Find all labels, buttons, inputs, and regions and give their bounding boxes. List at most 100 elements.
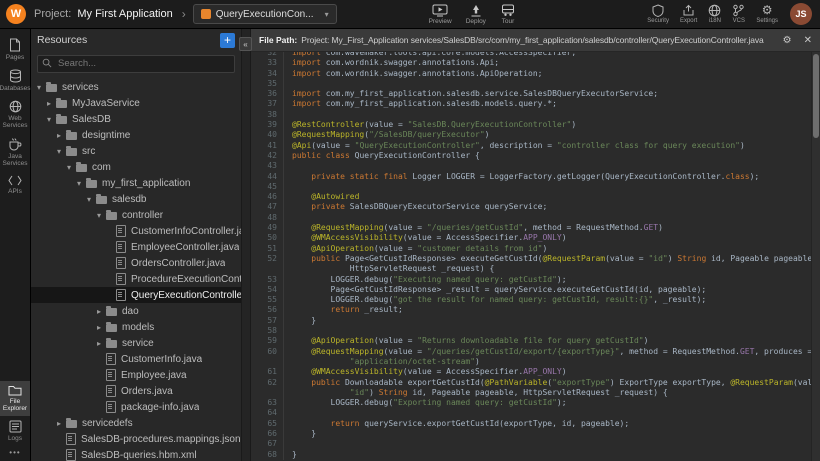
caret-down-icon[interactable]: ▾: [37, 83, 46, 92]
code-line[interactable]: 38: [251, 110, 820, 120]
code-line[interactable]: 40@RequestMapping("/SalesDB/queryExecuto…: [251, 130, 820, 140]
code-line[interactable]: 57 }: [251, 316, 820, 326]
code-line[interactable]: 44 private static final Logger LOGGER = …: [251, 172, 820, 182]
code-line[interactable]: 54 Page<GetCustIdResponse> _result = que…: [251, 285, 820, 295]
code-line[interactable]: 53 LOGGER.debug("Executing named query: …: [251, 275, 820, 285]
caret-down-icon[interactable]: ▾: [77, 179, 86, 188]
code-line[interactable]: 60 @RequestMapping(value = "/queries/get…: [251, 347, 820, 357]
tree-item-queryexecutioncontroller-java[interactable]: QueryExecutionController.java: [31, 287, 241, 303]
code-line[interactable]: 33import com.wordnik.swagger.annotations…: [251, 58, 820, 68]
open-file-dropdown[interactable]: QueryExecutionCon... ▾: [193, 4, 337, 24]
tree-item-procedureexecutioncontroller-java[interactable]: ProcedureExecutionController.java: [31, 271, 241, 287]
code-line[interactable]: 42public class QueryExecutionController …: [251, 151, 820, 161]
caret-right-icon[interactable]: ▸: [47, 99, 56, 108]
code-line[interactable]: 55 LOGGER.debug("got the result for name…: [251, 295, 820, 305]
tree-item-controller[interactable]: ▾controller: [31, 207, 241, 223]
rail-item-java-services[interactable]: Java Services: [0, 133, 30, 171]
tree-item-salesdb[interactable]: ▾SalesDB: [31, 111, 241, 127]
security-button[interactable]: Security: [647, 4, 669, 24]
tree-item-src[interactable]: ▾src: [31, 143, 241, 159]
code-line[interactable]: 66 }: [251, 429, 820, 439]
rail-item-file-explorer[interactable]: File Explorer: [0, 381, 30, 416]
code-line[interactable]: 36import com.my_first_application.salesd…: [251, 89, 820, 99]
code-line[interactable]: 34import com.wordnik.swagger.annotations…: [251, 69, 820, 79]
editor-scrollbar[interactable]: [811, 52, 820, 461]
code-line[interactable]: "application/octet-stream"): [251, 357, 820, 367]
code-line[interactable]: 61 @WMAccessVisibility(value = AccessSpe…: [251, 367, 820, 377]
deploy-button[interactable]: Deploy: [466, 4, 486, 25]
code-line[interactable]: HttpServletRequest _request) {: [251, 264, 820, 274]
code-line[interactable]: 65 return queryService.exportGetCustId(e…: [251, 419, 820, 429]
code-line[interactable]: 50 @WMAccessVisibility(value = AccessSpe…: [251, 233, 820, 243]
tree-item-models[interactable]: ▸models: [31, 319, 241, 335]
tree-item-myjavaservice[interactable]: ▸MyJavaService: [31, 95, 241, 111]
tree-item-services[interactable]: ▾services: [31, 79, 241, 95]
export-button[interactable]: Export: [680, 4, 697, 24]
more-options-icon[interactable]: •••: [9, 448, 20, 457]
rail-item-logs[interactable]: Logs: [0, 416, 30, 446]
code-line[interactable]: 68}: [251, 450, 820, 460]
code-line[interactable]: 45: [251, 182, 820, 192]
rail-item-databases[interactable]: Databases: [0, 65, 30, 96]
scrollbar-thumb[interactable]: [813, 54, 819, 138]
tree-item-customerinfocontroller-java[interactable]: CustomerInfoController.java: [31, 223, 241, 239]
tree-item-dao[interactable]: ▸dao: [31, 303, 241, 319]
code-line[interactable]: 37import com.my_first_application.salesd…: [251, 99, 820, 109]
rail-item-web-services[interactable]: Web Services: [0, 96, 30, 133]
code-line[interactable]: 51 @ApiOperation(value = "customer detai…: [251, 244, 820, 254]
code-line[interactable]: 48: [251, 213, 820, 223]
tree-item-my-first-application[interactable]: ▾my_first_application: [31, 175, 241, 191]
rail-item-apis[interactable]: APIs: [0, 171, 30, 199]
tree-item-salesdb-queries-hbm-xml[interactable]: SalesDB-queries.hbm.xml: [31, 447, 241, 461]
code-line[interactable]: 62 public Downloadable exportGetCustId(@…: [251, 378, 820, 388]
caret-right-icon[interactable]: ▸: [97, 307, 106, 316]
wavemaker-logo-icon[interactable]: W: [6, 4, 26, 24]
code-line[interactable]: 63 LOGGER.debug("Exporting named query: …: [251, 398, 820, 408]
tree-item-customerinfo-java[interactable]: CustomerInfo.java: [31, 351, 241, 367]
caret-down-icon[interactable]: ▾: [57, 147, 66, 156]
tree-item-orderscontroller-java[interactable]: OrdersController.java: [31, 255, 241, 271]
rail-item-pages[interactable]: Pages: [0, 34, 30, 65]
caret-down-icon[interactable]: ▾: [67, 163, 76, 172]
code-line[interactable]: 59 @ApiOperation(value = "Returns downlo…: [251, 336, 820, 346]
add-resource-button[interactable]: +: [220, 33, 235, 48]
caret-right-icon[interactable]: ▸: [97, 323, 106, 332]
tour-button[interactable]: Tour: [500, 4, 516, 25]
preview-button[interactable]: Preview: [429, 4, 452, 25]
caret-right-icon[interactable]: ▸: [97, 339, 106, 348]
code-line[interactable]: 58: [251, 326, 820, 336]
code-editor[interactable]: 32import com.wavemaker.tools.api.core.mo…: [251, 52, 820, 461]
tree-item-package-info-java[interactable]: package-info.java: [31, 399, 241, 415]
caret-down-icon[interactable]: ▾: [47, 115, 56, 124]
code-line[interactable]: 39@RestController(value = "SalesDB.Query…: [251, 120, 820, 130]
tree-item-com[interactable]: ▾com: [31, 159, 241, 175]
tree-item-salesdb[interactable]: ▾salesdb: [31, 191, 241, 207]
code-line[interactable]: 41@Api(value = "QueryExecutionController…: [251, 141, 820, 151]
i18n-button[interactable]: i18N: [708, 4, 721, 24]
tree-item-orders-java[interactable]: Orders.java: [31, 383, 241, 399]
code-line[interactable]: 47 private SalesDBQueryExecutorService q…: [251, 202, 820, 212]
caret-down-icon[interactable]: ▾: [97, 211, 106, 220]
tree-item-salesdb-procedures-mappings-json[interactable]: SalesDB-procedures.mappings.json: [31, 431, 241, 447]
code-line[interactable]: 35: [251, 79, 820, 89]
collapse-panel-button[interactable]: «: [239, 37, 252, 51]
code-line[interactable]: 64: [251, 408, 820, 418]
close-file-icon[interactable]: ✕: [804, 35, 812, 46]
vcs-button[interactable]: VCS: [732, 4, 745, 24]
settings-button[interactable]: ⚙ Settings: [756, 4, 778, 24]
avatar[interactable]: JS: [790, 3, 812, 25]
code-line[interactable]: 49 @RequestMapping(value = "/queries/get…: [251, 223, 820, 233]
code-line[interactable]: 46 @Autowired: [251, 192, 820, 202]
code-line[interactable]: 67: [251, 439, 820, 449]
tree-item-designtime[interactable]: ▸designtime: [31, 127, 241, 143]
code-line[interactable]: 56 return _result;: [251, 305, 820, 315]
caret-down-icon[interactable]: ▾: [87, 195, 96, 204]
code-line[interactable]: 52 public Page<GetCustIdResponse> execut…: [251, 254, 820, 264]
caret-right-icon[interactable]: ▸: [57, 419, 66, 428]
tree-item-servicedefs[interactable]: ▸servicedefs: [31, 415, 241, 431]
code-line[interactable]: 43: [251, 161, 820, 171]
tree-item-employee-java[interactable]: Employee.java: [31, 367, 241, 383]
tree-item-service[interactable]: ▸service: [31, 335, 241, 351]
caret-right-icon[interactable]: ▸: [57, 131, 66, 140]
search-input[interactable]: [37, 55, 235, 73]
